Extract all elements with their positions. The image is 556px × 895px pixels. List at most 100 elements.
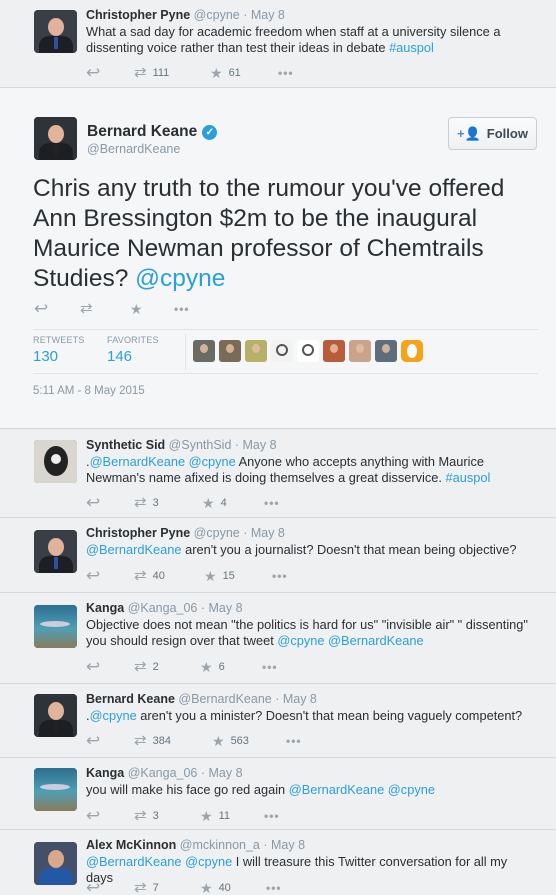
favorite-button[interactable]: ★ 40 (200, 881, 231, 895)
mention-link[interactable]: @cpyne @BernardKeane (277, 633, 423, 648)
tweet-text: @BernardKeane aren't you a journalist? D… (86, 542, 517, 557)
reply-icon: ↩ (86, 731, 101, 750)
author-meta: @Kanga_06 · May 8 (127, 601, 243, 615)
favorite-button[interactable]: ★ 4 (202, 496, 227, 510)
more-button[interactable]: ••• (264, 496, 280, 510)
reply-button[interactable]: ↩ (86, 493, 101, 512)
more-button[interactable]: ••• (278, 66, 294, 80)
author-name[interactable]: Synthetic Sid (86, 438, 165, 452)
favoriter-avatar[interactable] (219, 340, 241, 362)
more-icon: ••• (272, 569, 288, 583)
mention-link[interactable]: @BernardKeane @cpyne (90, 454, 236, 469)
avatar[interactable] (34, 842, 77, 885)
reply-icon: ↩ (34, 299, 49, 318)
avatar[interactable] (34, 605, 77, 648)
more-button[interactable]: ••• (264, 809, 280, 823)
mention-link[interactable]: @BernardKeane @cpyne (86, 854, 232, 869)
retweet-button[interactable]: ⇄ 2 (134, 659, 159, 674)
mention-link[interactable]: @cpyne (90, 708, 137, 723)
hashtag-link[interactable]: #auspol (389, 40, 434, 55)
retweet-button[interactable]: ⇄ (80, 301, 93, 316)
reply-tweet[interactable]: Kanga @Kanga_06 · May 8 Objective does n… (0, 593, 556, 684)
favoriter-avatar[interactable] (401, 340, 423, 362)
retweet-button[interactable]: ⇄ 40 (134, 567, 165, 584)
more-button[interactable]: ••• (262, 660, 278, 674)
tweet-stats: RETWEETS 130 FAVORITES 146 (33, 329, 538, 374)
favorite-button[interactable]: ★ 6 (200, 660, 225, 674)
tweet-text: Chris any truth to the rumour you've off… (33, 175, 505, 292)
reply-button[interactable]: ↩ (86, 567, 100, 584)
retweet-button[interactable]: ⇄ 7 (134, 880, 159, 895)
favoriter-avatars (193, 340, 423, 362)
mention-link[interactable]: @BernardKeane (86, 542, 182, 557)
retweet-button[interactable]: ⇄ 111 (134, 65, 169, 80)
tweet-text: Objective does not mean "the politics is… (86, 617, 528, 648)
more-icon: ••• (264, 496, 280, 510)
favorite-button[interactable]: ★ 11 (200, 809, 230, 823)
reply-button[interactable]: ↩ (86, 658, 100, 675)
favoriter-avatar[interactable] (297, 340, 319, 362)
author-name[interactable]: Kanga (86, 766, 124, 780)
reply-button[interactable]: ↩ (86, 731, 101, 750)
favoriter-avatar[interactable] (245, 340, 267, 362)
favoriter-avatar[interactable] (193, 340, 215, 362)
author-name[interactable]: Christopher Pyne (86, 8, 190, 22)
mention-link[interactable]: @cpyne (135, 265, 225, 292)
author-meta: @BernardKeane · May 8 (178, 692, 317, 706)
reply-tweet[interactable]: Synthetic Sid @SynthSid · May 8 .@Bernar… (0, 430, 556, 518)
favorite-button[interactable]: ★ 61 (210, 66, 241, 80)
retweet-button[interactable]: ⇄ 3 (134, 808, 159, 823)
retweet-button[interactable]: ⇄ 384 (134, 732, 171, 749)
favorite-button[interactable]: ★ 563 (212, 734, 249, 748)
mention-link[interactable]: @BernardKeane @cpyne (289, 782, 435, 797)
reply-tweet[interactable]: Bernard Keane @BernardKeane · May 8 .@cp… (0, 684, 556, 758)
reply-button[interactable]: ↩ (34, 299, 49, 318)
author-meta: @Kanga_06 · May 8 (127, 766, 243, 780)
retweets-stat[interactable]: RETWEETS 130 (33, 335, 85, 365)
author-meta: @SynthSid · May 8 (168, 438, 277, 452)
add-user-icon: +👤 (457, 125, 481, 141)
retweet-button[interactable]: ⇄ 3 (134, 495, 159, 510)
verified-icon: ✓ (202, 124, 218, 140)
more-icon: ••• (174, 302, 190, 316)
author-name[interactable]: Bernard Keane (86, 692, 175, 706)
more-button[interactable]: ••• (266, 881, 282, 895)
favoriter-avatar[interactable] (271, 340, 293, 362)
author-name[interactable]: Bernard Keane (87, 123, 197, 141)
reply-tweet[interactable]: Kanga @Kanga_06 · May 8 you will make hi… (0, 758, 556, 830)
avatar[interactable] (34, 10, 77, 53)
avatar[interactable] (34, 440, 77, 483)
timestamp[interactable]: 5:11 AM - 8 May 2015 (33, 385, 145, 397)
more-button[interactable]: ••• (174, 302, 190, 316)
author-meta: @cpyne · May 8 (193, 8, 285, 22)
favorite-button[interactable]: ★ (130, 302, 143, 316)
reply-button[interactable]: ↩ (86, 64, 100, 81)
tweet-top[interactable]: Christopher Pyne @cpyne · May 8 What a s… (0, 0, 556, 88)
more-button[interactable]: ••• (286, 734, 302, 748)
favoriter-avatar[interactable] (349, 340, 371, 362)
avatar[interactable] (34, 694, 77, 737)
favorite-button[interactable]: ★ 15 (204, 569, 235, 583)
author-name[interactable]: Christopher Pyne (86, 526, 190, 540)
retweet-icon: ⇄ (134, 567, 147, 584)
reply-button[interactable]: ↩ (86, 879, 100, 895)
follow-button[interactable]: +👤 Follow (448, 117, 537, 150)
avatar[interactable] (34, 530, 77, 573)
avatar[interactable] (34, 117, 77, 160)
more-button[interactable]: ••• (272, 569, 288, 583)
more-icon: ••• (262, 660, 278, 674)
retweet-icon: ⇄ (134, 732, 147, 749)
reply-icon: ↩ (86, 493, 101, 512)
favoriter-avatar[interactable] (375, 340, 397, 362)
hashtag-link[interactable]: #auspol (446, 470, 491, 485)
favoriter-avatar[interactable] (323, 340, 345, 362)
author-handle[interactable]: @BernardKeane (87, 142, 180, 156)
reply-tweet[interactable]: Alex McKinnon @mckinnon_a · May 8 @Berna… (0, 830, 556, 895)
reply-icon: ↩ (86, 806, 101, 825)
avatar[interactable] (34, 768, 77, 811)
favorites-stat[interactable]: FAVORITES 146 (107, 335, 159, 365)
reply-tweet[interactable]: Christopher Pyne @cpyne · May 8 @Bernard… (0, 518, 556, 593)
reply-button[interactable]: ↩ (86, 806, 101, 825)
author-name[interactable]: Alex McKinnon (86, 838, 176, 852)
author-name[interactable]: Kanga (86, 601, 124, 615)
